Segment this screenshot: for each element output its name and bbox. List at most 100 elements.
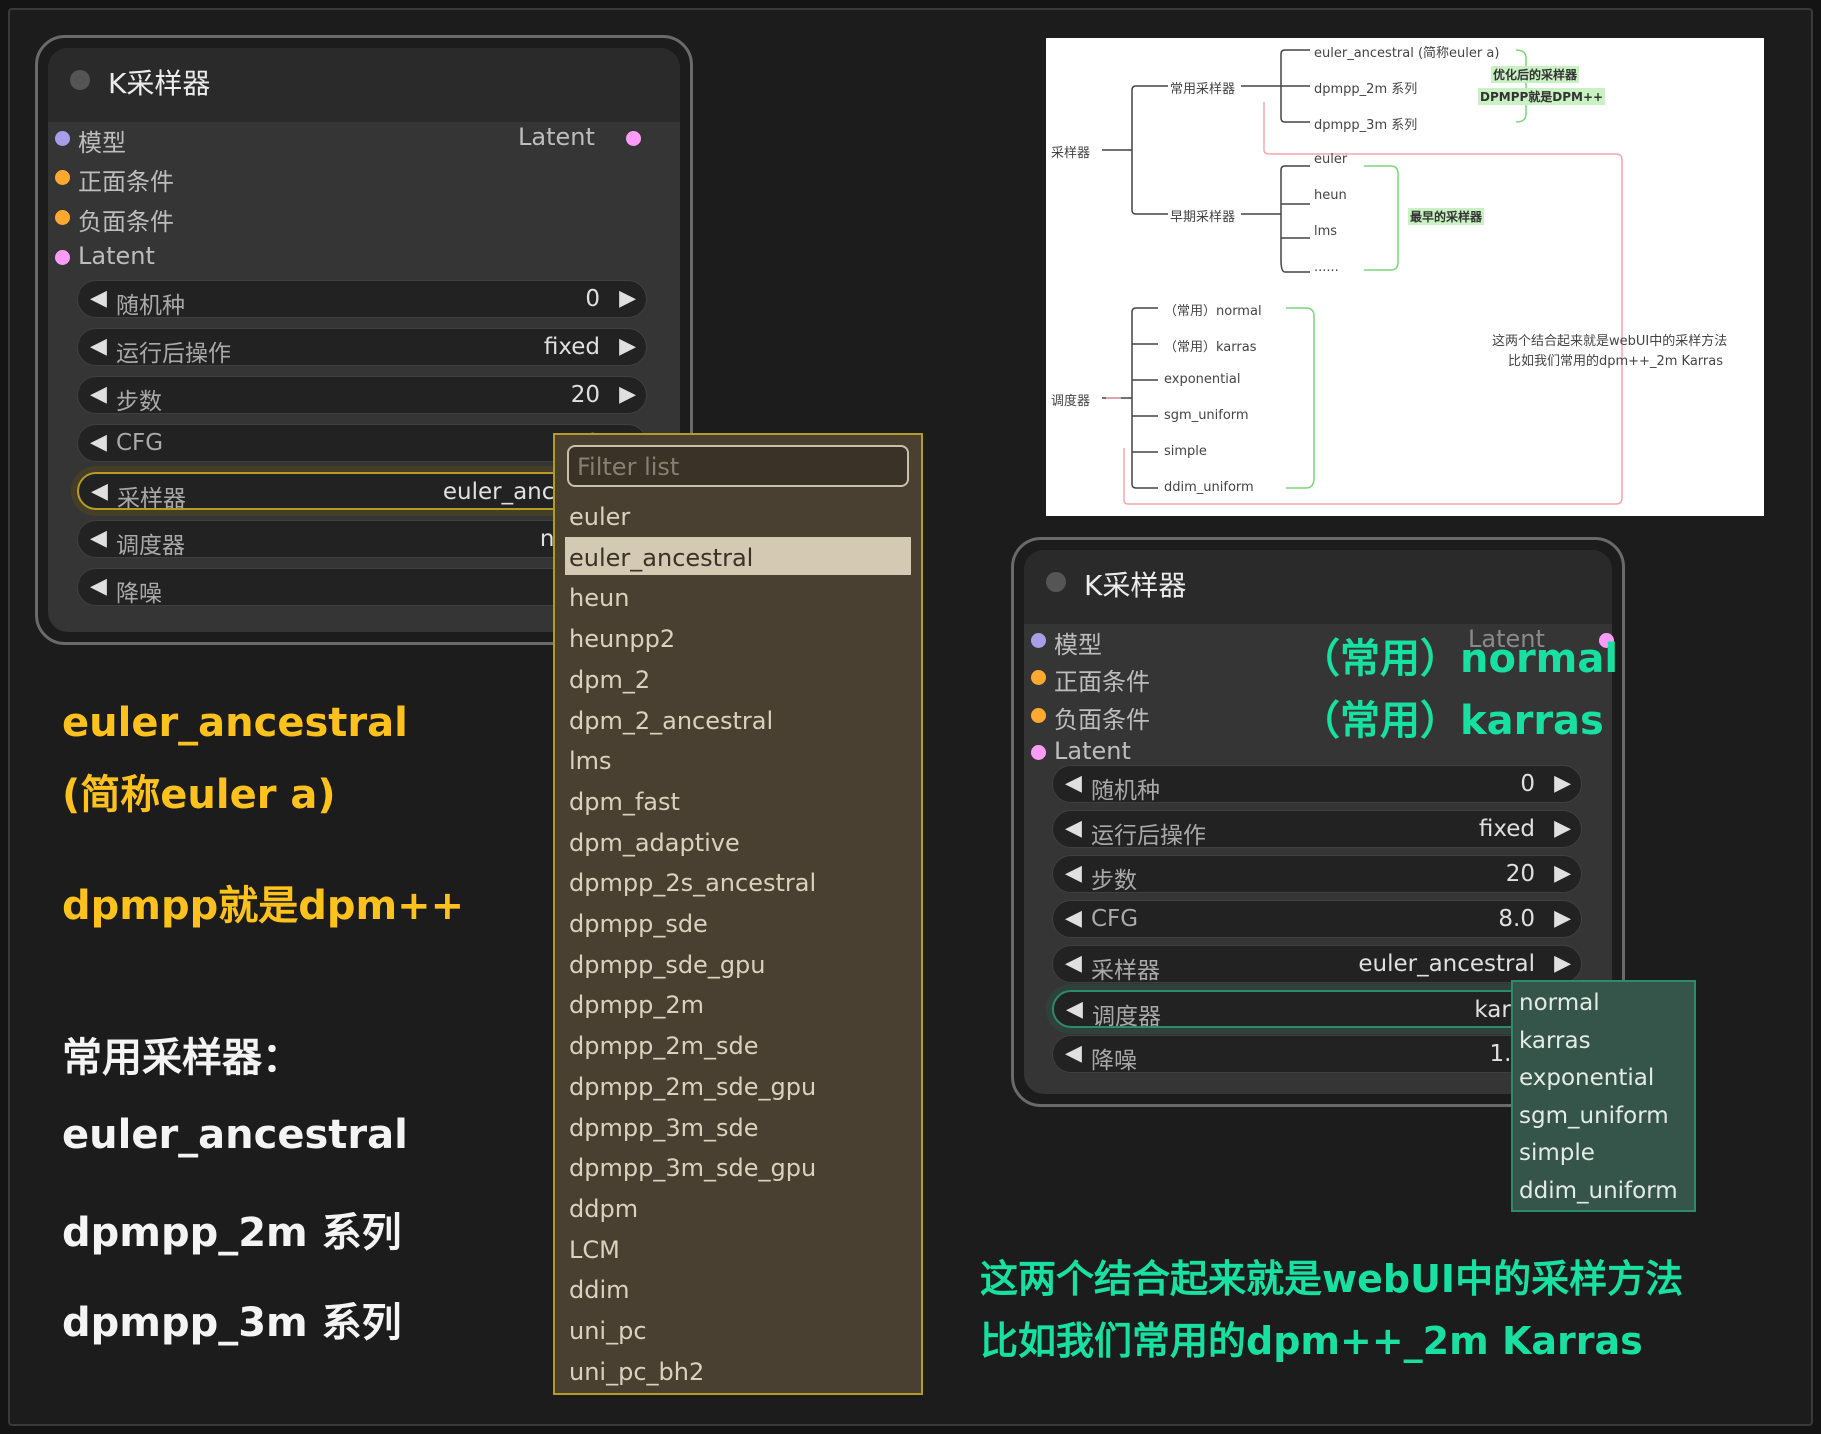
decrement-arrow-icon[interactable]: ◀ bbox=[1065, 1041, 1082, 1066]
sampler-dropdown[interactable]: Filter list euler euler_ancestralheun heun… bbox=[553, 433, 923, 1395]
model-input-dot-icon[interactable] bbox=[55, 131, 70, 146]
decrement-arrow-icon[interactable]: ◀ bbox=[1065, 771, 1082, 796]
sampler-option[interactable]: euler bbox=[569, 503, 630, 531]
model-input-dot-icon[interactable] bbox=[1031, 633, 1046, 648]
mm-note-combo-2: 比如我们常用的dpm++_2m Karras bbox=[1508, 354, 1723, 369]
sampler-option[interactable]: dpm_adaptive bbox=[569, 829, 740, 857]
widget-5[interactable]: ◀调度器karra▶ bbox=[1052, 990, 1582, 1030]
decrement-arrow-icon[interactable]: ◀ bbox=[1066, 997, 1083, 1022]
sampler-option[interactable]: dpmpp_3m_sde_gpu bbox=[569, 1154, 816, 1182]
increment-arrow-icon[interactable]: ▶ bbox=[619, 286, 636, 311]
increment-arrow-icon[interactable]: ▶ bbox=[619, 334, 636, 359]
sampler-option[interactable]: LCM bbox=[569, 1236, 620, 1264]
note-dpmpp: dpmpp就是dpm++ bbox=[62, 883, 465, 929]
decrement-arrow-icon[interactable]: ◀ bbox=[90, 334, 107, 359]
sampler-option[interactable]: dpmpp_2m_sde_gpu bbox=[569, 1073, 816, 1101]
scheduler-option[interactable]: exponential bbox=[1519, 1065, 1654, 1091]
widget-label: 采样器 bbox=[1091, 958, 1160, 984]
mindmap-lines bbox=[1102, 49, 1623, 505]
decrement-arrow-icon[interactable]: ◀ bbox=[90, 430, 107, 455]
widget-label: 运行后操作 bbox=[116, 341, 231, 367]
positive-input-dot-icon[interactable] bbox=[55, 170, 70, 185]
sampler-option[interactable]: ddim bbox=[569, 1276, 630, 1304]
scheduler-option[interactable]: karras bbox=[1519, 1028, 1591, 1054]
latent-input-dot-icon[interactable] bbox=[55, 250, 70, 265]
scheduler-option[interactable]: normal bbox=[1519, 990, 1600, 1016]
decrement-arrow-icon[interactable]: ◀ bbox=[90, 526, 107, 551]
sampler-option[interactable]: dpmpp_sde bbox=[569, 910, 708, 938]
scheduler-option[interactable]: sgm_uniform bbox=[1519, 1103, 1669, 1129]
increment-arrow-icon[interactable]: ▶ bbox=[1554, 771, 1571, 796]
sampler-option[interactable]: euler_ancestral bbox=[569, 544, 753, 572]
mm-early-item-4: ...... bbox=[1314, 260, 1339, 275]
increment-arrow-icon[interactable]: ▶ bbox=[1554, 951, 1571, 976]
decrement-arrow-icon[interactable]: ◀ bbox=[1065, 906, 1082, 931]
sampler-option[interactable]: dpmpp_2m_sde bbox=[569, 1032, 758, 1060]
mm-sched-item-4: sgm_uniform bbox=[1164, 408, 1249, 423]
scheduler-dropdown[interactable]: normal karras exponential sgm_uniformsimple… bbox=[1511, 980, 1696, 1212]
widget-value: fixed bbox=[1478, 816, 1535, 842]
widget-label: 随机种 bbox=[1091, 778, 1160, 804]
filter-placeholder: Filter list bbox=[577, 453, 680, 481]
sampler-option[interactable]: dpmpp_3m_sde bbox=[569, 1114, 758, 1142]
input-latent-label: Latent bbox=[78, 242, 155, 270]
widget-6[interactable]: ◀降噪1.0(▶ bbox=[1052, 1035, 1582, 1074]
decrement-arrow-icon[interactable]: ◀ bbox=[1065, 816, 1082, 841]
note-karras: （常用）karras bbox=[1300, 698, 1604, 744]
sampler-option[interactable]: heun bbox=[569, 584, 629, 612]
increment-arrow-icon[interactable]: ▶ bbox=[619, 382, 636, 407]
sampler-option[interactable]: dpmpp_2m bbox=[569, 991, 704, 1019]
positive-input-dot-icon[interactable] bbox=[1031, 670, 1046, 685]
sampler-option[interactable]: ddpm bbox=[569, 1195, 638, 1223]
mm-note-combo-1: 这两个结合起来就是webUI中的采样方法 bbox=[1492, 334, 1728, 349]
sampler-option[interactable]: dpm_fast bbox=[569, 788, 680, 816]
filter-list-input[interactable]: Filter list bbox=[567, 445, 909, 487]
widget-value: 20 bbox=[1505, 861, 1535, 887]
widget-1[interactable]: ◀ 运行后操作 fixed ▶ bbox=[77, 328, 647, 367]
input-positive-label: 正面条件 bbox=[1054, 668, 1150, 696]
sampler-option[interactable]: uni_pc_bh2 bbox=[569, 1358, 704, 1386]
scheduler-option[interactable]: ddim_uniform bbox=[1519, 1178, 1678, 1204]
decrement-arrow-icon[interactable]: ◀ bbox=[1065, 861, 1082, 886]
mm-early-item-2: heun bbox=[1314, 188, 1347, 203]
sampler-option[interactable]: dpm_2_ancestral bbox=[569, 707, 773, 735]
collapse-dot-icon[interactable] bbox=[1046, 572, 1066, 592]
decrement-arrow-icon[interactable]: ◀ bbox=[90, 382, 107, 407]
decrement-arrow-icon[interactable]: ◀ bbox=[90, 286, 107, 311]
negative-input-dot-icon[interactable] bbox=[1031, 708, 1046, 723]
sampler-option[interactable]: heunpp2 bbox=[569, 625, 675, 653]
sampler-option[interactable]: dpmpp_sde_gpu bbox=[569, 951, 766, 979]
widget-2[interactable]: ◀ 步数 20 ▶ bbox=[77, 376, 647, 415]
widget-0[interactable]: ◀ 随机种 0 ▶ bbox=[77, 280, 647, 319]
widget-3[interactable]: ◀ CFG 8.0 ▶ bbox=[1052, 900, 1582, 938]
decrement-arrow-icon[interactable]: ◀ bbox=[90, 574, 107, 599]
negative-input-dot-icon[interactable] bbox=[55, 210, 70, 225]
widget-0[interactable]: ◀ 随机种 0 ▶ bbox=[1052, 765, 1582, 804]
widget-1[interactable]: ◀ 运行后操作 fixed ▶ bbox=[1052, 810, 1582, 849]
note-combo-line-2: 比如我们常用的dpm++_2m Karras bbox=[980, 1319, 1643, 1363]
increment-arrow-icon[interactable]: ▶ bbox=[1554, 906, 1571, 931]
sampler-option[interactable]: uni_pc bbox=[569, 1317, 647, 1345]
widget-value: 8.0 bbox=[1498, 906, 1535, 932]
increment-arrow-icon[interactable]: ▶ bbox=[1554, 816, 1571, 841]
collapse-dot-icon[interactable] bbox=[70, 70, 90, 90]
mm-sched-item-6: ddim_uniform bbox=[1164, 480, 1254, 495]
node-title: K采样器 bbox=[1084, 569, 1187, 602]
mm-early-branch: 早期采样器 bbox=[1170, 210, 1236, 225]
input-model-label: 模型 bbox=[1054, 631, 1102, 659]
widget-label: 随机种 bbox=[116, 293, 185, 319]
decrement-arrow-icon[interactable]: ◀ bbox=[1065, 951, 1082, 976]
widget-4[interactable]: ◀ 采样器 euler_ancestral ▶ bbox=[1052, 945, 1582, 984]
widget-2[interactable]: ◀ 步数 20 ▶ bbox=[1052, 855, 1582, 894]
input-latent-label: Latent bbox=[1054, 737, 1131, 765]
increment-arrow-icon[interactable]: ▶ bbox=[1554, 861, 1571, 886]
scheduler-option[interactable]: simple bbox=[1519, 1140, 1595, 1166]
sampler-option[interactable]: dpmpp_2s_ancestral bbox=[569, 869, 816, 897]
decrement-arrow-icon[interactable]: ◀ bbox=[91, 479, 108, 504]
sampler-option[interactable]: lms bbox=[569, 747, 612, 775]
latent-input-dot-icon[interactable] bbox=[1031, 745, 1046, 760]
sampler-option[interactable]: dpm_2 bbox=[569, 666, 650, 694]
common-sampler-title: 常用采样器： bbox=[62, 1035, 302, 1081]
widget-value: 0 bbox=[585, 286, 600, 312]
latent-output-dot-icon[interactable] bbox=[626, 131, 641, 146]
